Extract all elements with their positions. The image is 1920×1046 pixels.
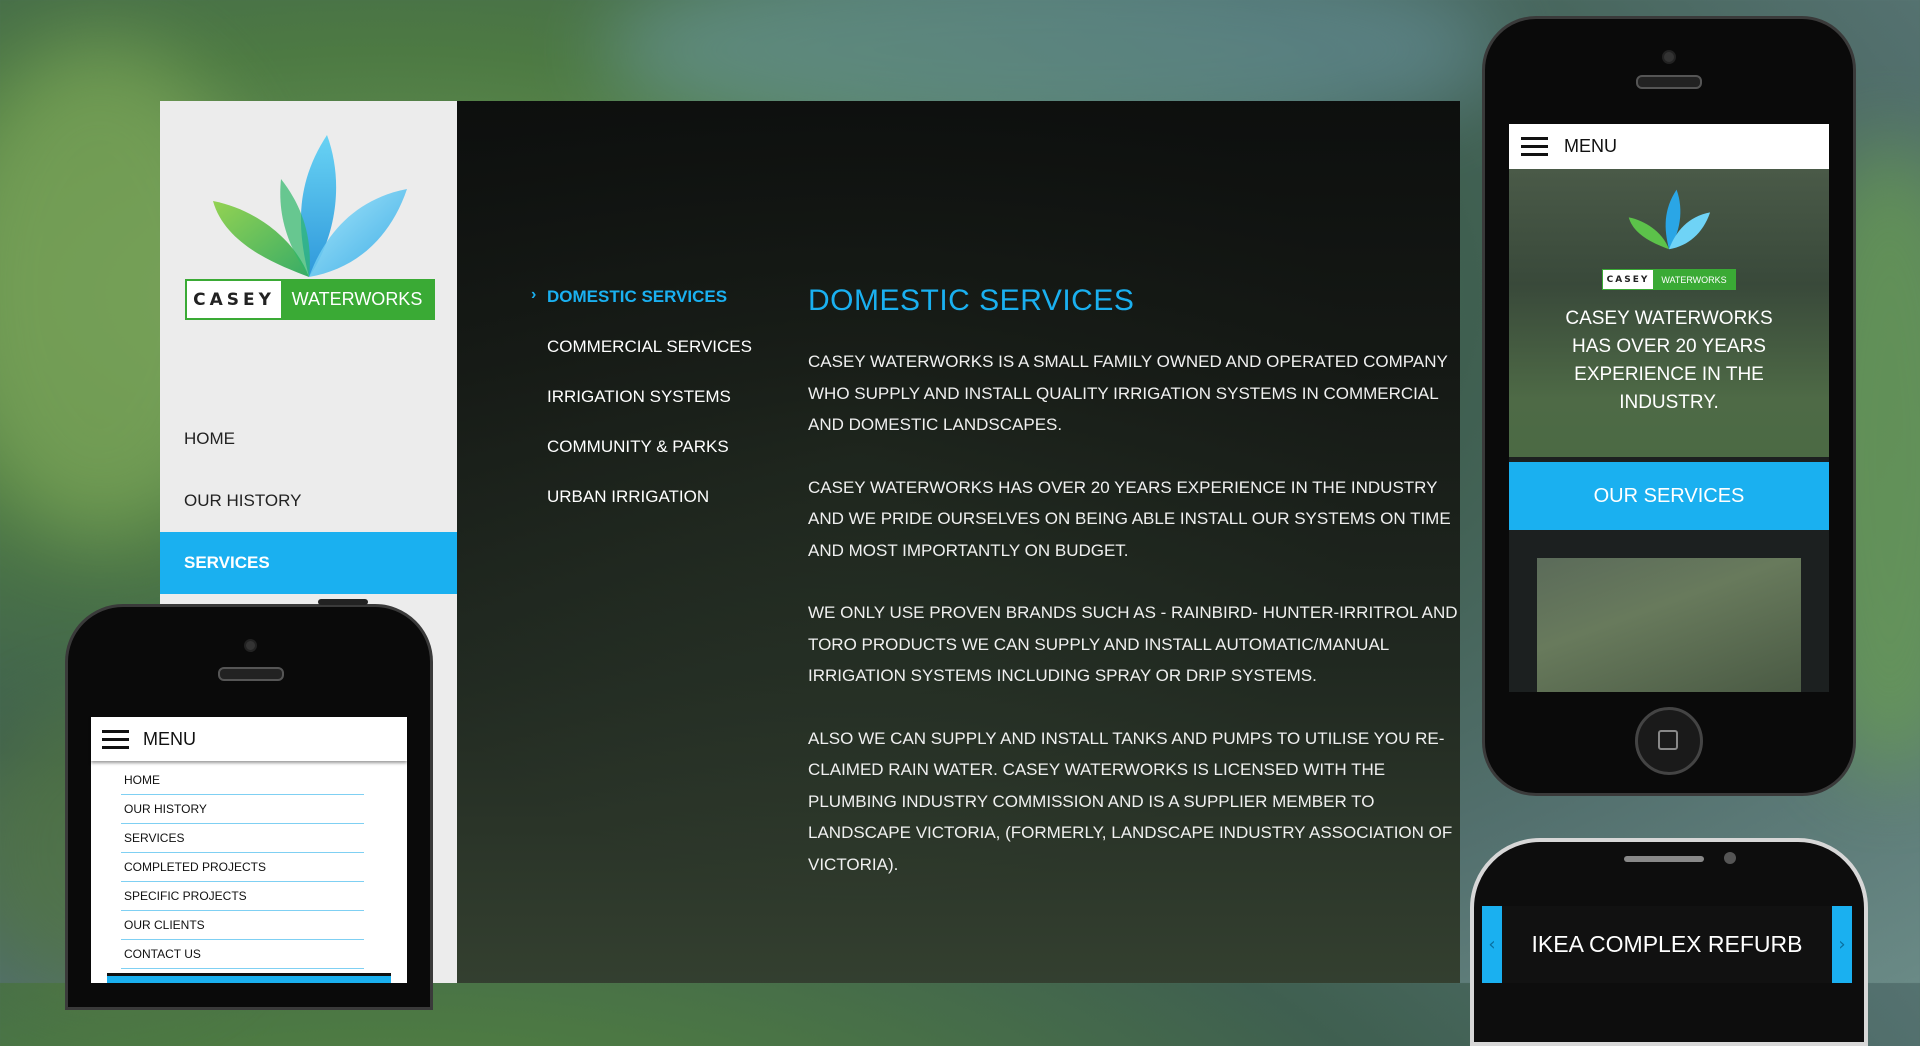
chevron-right-icon: › <box>531 286 537 303</box>
phone-small-screen: MENU HOME OUR HISTORY SERVICES COMPLETED… <box>91 717 407 983</box>
menu-label: MENU <box>143 728 196 749</box>
mobile-tagline: CASEY WATERWORKS HAS OVER 20 YEARS EXPER… <box>1565 308 1773 413</box>
project-photo <box>1537 558 1801 692</box>
menu-label: MENU <box>1564 136 1617 156</box>
mobile-menu-bar[interactable]: MENU <box>91 717 407 761</box>
sidebar-item-our-history[interactable]: OUR HISTORY <box>160 470 457 532</box>
main-content-area: › DOMESTIC SERVICES COMMERCIAL SERVICES … <box>457 101 1460 983</box>
brand-wordmark[interactable]: CASEY WATERWORKS <box>1602 269 1736 290</box>
our-services-button[interactable]: OUR SERVICES <box>1509 462 1829 530</box>
mobile-menu-bar[interactable]: MENU <box>1509 124 1829 169</box>
sidebar-item-home[interactable]: HOME <box>160 408 457 470</box>
content-body: DOMESTIC SERVICES CASEY WATERWORKS IS A … <box>808 284 1460 911</box>
mobile-menu-item-our-history[interactable]: OUR HISTORY <box>121 795 364 824</box>
speaker-grille <box>218 667 284 681</box>
mobile-menu-bottom-bar <box>107 973 391 983</box>
carousel-slide-title: IKEA COMPLEX REFURB <box>1531 931 1803 957</box>
phone-top-button <box>318 599 368 605</box>
sidebar-item-services[interactable]: SERVICES <box>160 532 457 594</box>
content-paragraph: WE ONLY USE PROVEN BRANDS SUCH AS - RAIN… <box>808 603 1458 685</box>
camera-icon <box>244 639 257 652</box>
mobile-menu-item-contact-us[interactable]: CONTACT US <box>121 940 364 969</box>
carousel-prev[interactable]: ‹ <box>1482 906 1502 983</box>
brand-name-right: WATERWORKS <box>281 281 433 318</box>
speaker-grille <box>1624 856 1704 862</box>
speaker-grille <box>1636 75 1702 89</box>
phone-android-screen: ‹ IKEA COMPLEX REFURB › <box>1482 906 1852 983</box>
content-paragraph: CASEY WATERWORKS HAS OVER 20 YEARS EXPER… <box>808 477 1451 560</box>
brand-name-left: CASEY <box>193 289 275 310</box>
mobile-menu-item-services[interactable]: SERVICES <box>121 824 364 853</box>
subnav-item-commercial-services[interactable]: COMMERCIAL SERVICES <box>547 337 752 387</box>
subnav-item-domestic-services[interactable]: › DOMESTIC SERVICES <box>531 286 752 337</box>
mobile-hero: CASEY WATERWORKS CASEY WATERWORKS HAS OV… <box>1509 169 1829 457</box>
carousel-next[interactable]: › <box>1832 906 1852 983</box>
hamburger-icon[interactable] <box>102 729 129 749</box>
mobile-menu-list: HOME OUR HISTORY SERVICES COMPLETED PROJ… <box>91 761 407 969</box>
hamburger-icon[interactable] <box>1521 137 1548 156</box>
page-title: DOMESTIC SERVICES <box>808 284 1135 317</box>
mobile-menu-item-completed-projects[interactable]: COMPLETED PROJECTS <box>121 853 364 882</box>
subnav-item-irrigation-systems[interactable]: IRRIGATION SYSTEMS <box>547 387 752 437</box>
subnav-item-label: DOMESTIC SERVICES <box>547 287 728 306</box>
brand-wordmark[interactable]: CASEY WATERWORKS <box>185 279 435 320</box>
brand-name-left: CASEY <box>1606 274 1650 285</box>
subnav-item-community-parks[interactable]: COMMUNITY & PARKS <box>547 437 752 487</box>
mobile-menu-item-our-clients[interactable]: OUR CLIENTS <box>121 911 364 940</box>
services-subnav: › DOMESTIC SERVICES COMMERCIAL SERVICES … <box>531 286 752 537</box>
content-paragraph: CASEY WATERWORKS IS A SMALL FAMILY OWNED… <box>808 352 1448 434</box>
camera-icon <box>1724 852 1736 864</box>
arrow-right-icon: › <box>1838 934 1846 955</box>
mobile-menu-item-specific-projects[interactable]: SPECIFIC PROJECTS <box>121 882 364 911</box>
sidebar-nav: HOME OUR HISTORY SERVICES <box>160 408 457 594</box>
leaf-logo-icon <box>1628 189 1711 250</box>
content-paragraph: ALSO WE CAN SUPPLY AND INSTALL TANKS AND… <box>808 728 1453 874</box>
subnav-item-urban-irrigation[interactable]: URBAN IRRIGATION <box>547 487 752 537</box>
arrow-left-icon: ‹ <box>1488 934 1496 955</box>
brand-name-right: WATERWORKS <box>1653 270 1735 289</box>
phone-tall-screen: MENU CASEY WATERWORKS CASEY WATERWORKS H… <box>1509 124 1829 692</box>
mobile-menu-item-home[interactable]: HOME <box>121 766 364 795</box>
home-button-icon[interactable] <box>1635 707 1703 775</box>
camera-icon <box>1662 50 1676 64</box>
